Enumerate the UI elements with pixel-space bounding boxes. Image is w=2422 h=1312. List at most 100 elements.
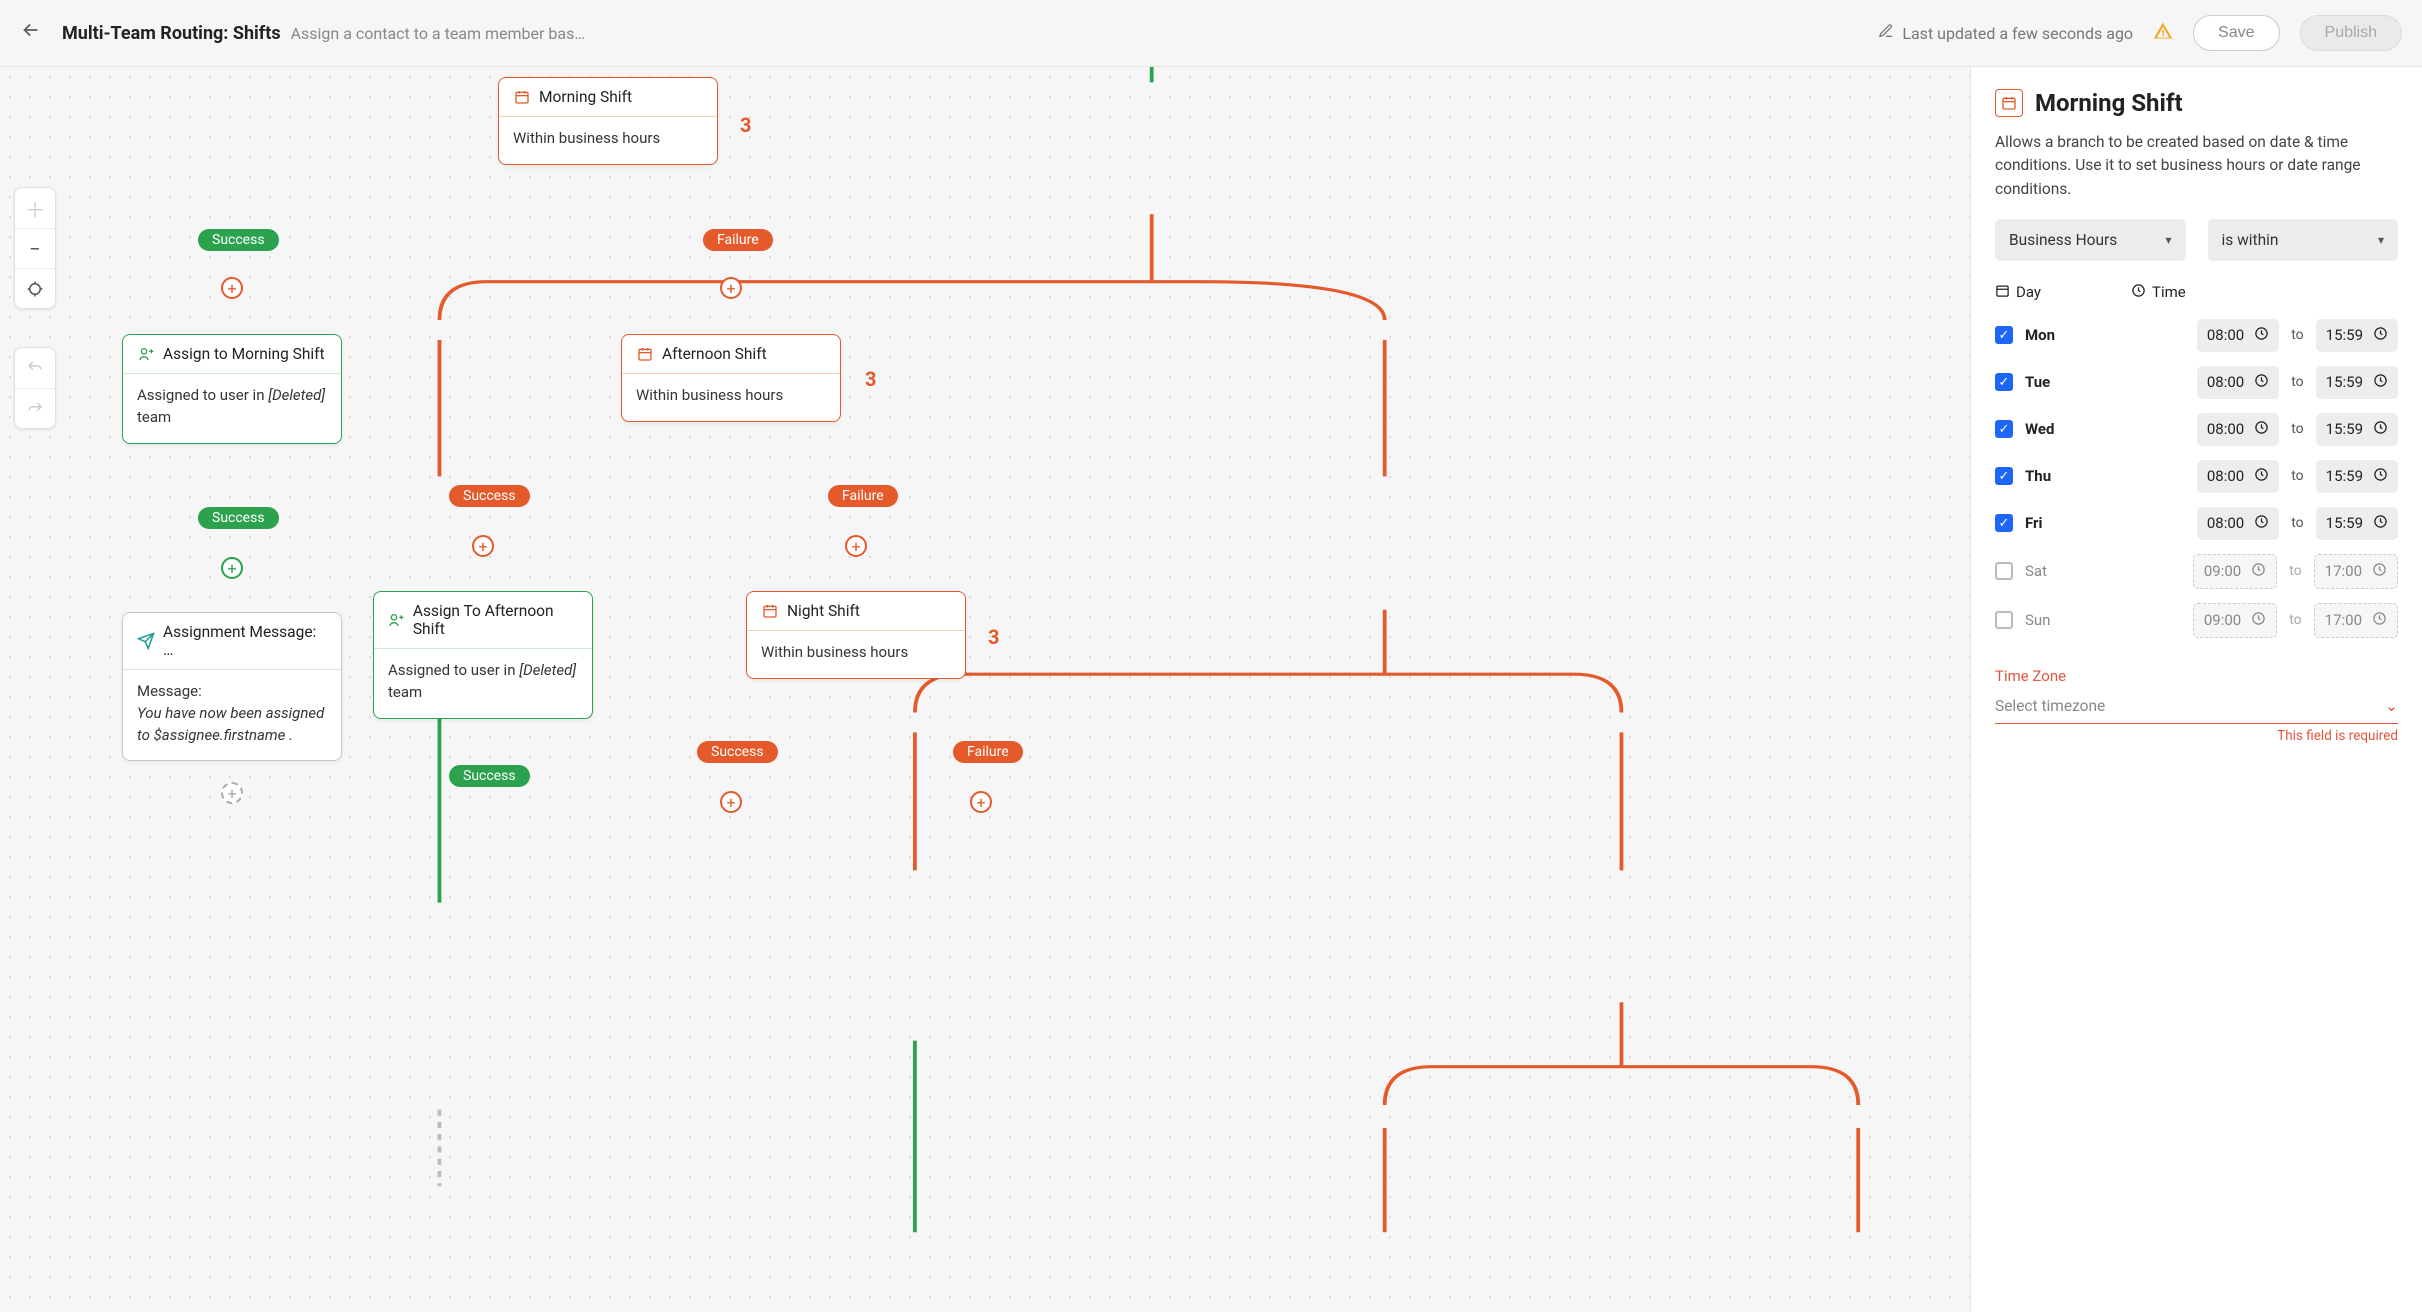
day-label: Thu: [2025, 467, 2065, 485]
time-from-input[interactable]: 08:00: [2197, 507, 2279, 540]
clock-icon: [2373, 373, 2388, 392]
day-checkbox[interactable]: ✓: [1995, 420, 2013, 438]
last-updated: Last updated a few seconds ago: [1878, 23, 2133, 43]
warning-icon[interactable]: [2153, 21, 2173, 46]
pill-failure: Failure: [703, 229, 773, 251]
time-from-input[interactable]: 08:00: [2197, 319, 2279, 352]
to-label: to: [2289, 563, 2301, 579]
add-step-button[interactable]: +: [221, 782, 243, 804]
condition-select[interactable]: Business Hours ▾: [1995, 219, 2186, 261]
to-label: to: [2291, 515, 2303, 531]
chevron-down-icon: ⌄: [2385, 697, 2398, 715]
node-assignment-message[interactable]: Assignment Message: … Message: You have …: [122, 612, 342, 761]
operator-select[interactable]: is within ▾: [2208, 219, 2399, 261]
day-row: ✓ Wed 08:00 to 15:59: [1995, 406, 2398, 453]
add-step-button[interactable]: +: [720, 277, 742, 299]
calendar-icon: [1995, 283, 2010, 302]
zoom-out-button[interactable]: −: [15, 228, 55, 268]
clock-icon: [2373, 326, 2388, 345]
timezone-select[interactable]: Select timezone ⌄: [1995, 691, 2398, 724]
clock-icon: [2254, 514, 2269, 533]
pill-failure: Failure: [828, 485, 898, 507]
clock-icon: [2254, 467, 2269, 486]
clock-icon: [2372, 611, 2387, 630]
back-button[interactable]: [20, 19, 42, 47]
node-night-shift[interactable]: Night Shift Within business hours: [746, 591, 966, 679]
user-assign-icon: [388, 611, 405, 629]
add-step-button[interactable]: +: [221, 277, 243, 299]
clock-icon: [2131, 283, 2146, 302]
time-to-input[interactable]: 17:00: [2314, 603, 2398, 638]
node-assign-afternoon[interactable]: Assign To Afternoon Shift Assigned to us…: [373, 591, 593, 719]
clock-icon: [2254, 373, 2269, 392]
day-checkbox[interactable]: [1995, 562, 2013, 580]
clock-icon: [2372, 562, 2387, 581]
day-row: ✓ Tue 08:00 to 15:59: [1995, 359, 2398, 406]
workflow-subtitle: Assign a contact to a team member based…: [291, 24, 591, 43]
day-row: Sun09:00to17:00: [1995, 596, 2398, 645]
day-checkbox[interactable]: ✓: [1995, 514, 2013, 532]
clock-icon: [2373, 420, 2388, 439]
pill-success: Success: [198, 507, 279, 529]
time-to-input[interactable]: 15:59: [2316, 507, 2398, 540]
day-checkbox[interactable]: [1995, 611, 2013, 629]
node-assign-morning[interactable]: Assign to Morning Shift Assigned to user…: [122, 334, 342, 444]
clock-icon: [2251, 611, 2266, 630]
pencil-icon[interactable]: [1878, 23, 1894, 43]
add-step-button[interactable]: +: [221, 557, 243, 579]
day-checkbox[interactable]: ✓: [1995, 467, 2013, 485]
timezone-label: Time Zone: [1995, 667, 2398, 685]
day-row: ✓ Fri 08:00 to 15:59: [1995, 500, 2398, 547]
save-button[interactable]: Save: [2193, 15, 2279, 51]
time-to-input[interactable]: 15:59: [2316, 366, 2398, 399]
time-from-input[interactable]: 08:00: [2197, 366, 2279, 399]
calendar-icon: [636, 345, 654, 363]
to-label: to: [2291, 374, 2303, 390]
clock-icon: [2251, 562, 2266, 581]
day-label: Fri: [2025, 514, 2065, 532]
calendar-icon: [761, 602, 779, 620]
day-checkbox[interactable]: ✓: [1995, 373, 2013, 391]
undo-button[interactable]: [15, 348, 55, 388]
pill-success: Success: [198, 229, 279, 251]
redo-button[interactable]: [15, 388, 55, 428]
day-checkbox[interactable]: ✓: [1995, 326, 2013, 344]
clock-icon: [2254, 326, 2269, 345]
pill-success: Success: [449, 485, 530, 507]
send-icon: [137, 632, 155, 650]
fit-view-button[interactable]: [15, 268, 55, 308]
time-from-input[interactable]: 08:00: [2197, 460, 2279, 493]
time-to-input[interactable]: 17:00: [2314, 554, 2398, 589]
to-label: to: [2291, 421, 2303, 437]
time-to-input[interactable]: 15:59: [2316, 460, 2398, 493]
time-from-input[interactable]: 08:00: [2197, 413, 2279, 446]
node-morning-shift[interactable]: Morning Shift Within business hours: [498, 77, 718, 165]
time-to-input[interactable]: 15:59: [2316, 413, 2398, 446]
chevron-down-icon: ▾: [2165, 233, 2171, 247]
properties-panel: Morning Shift Allows a branch to be crea…: [1970, 67, 2422, 1312]
publish-button[interactable]: Publish: [2300, 15, 2402, 51]
schedule-header: Day Time: [1995, 277, 2398, 312]
day-row: ✓Mon08:00to15:59: [1995, 312, 2398, 359]
add-step-button[interactable]: +: [472, 535, 494, 557]
time-from-input[interactable]: 09:00: [2193, 603, 2277, 638]
node-afternoon-shift[interactable]: Afternoon Shift Within business hours: [621, 334, 841, 422]
error-count: 3: [865, 367, 876, 391]
calendar-icon: [1995, 89, 2023, 117]
error-count: 3: [740, 113, 751, 137]
workflow-canvas[interactable]: ＋ −: [0, 67, 1970, 1312]
history-tools: [14, 347, 56, 429]
time-from-input[interactable]: 09:00: [2193, 554, 2277, 589]
day-label: Wed: [2025, 420, 2065, 438]
panel-title: Morning Shift: [1995, 89, 2398, 117]
add-step-button[interactable]: +: [970, 791, 992, 813]
chevron-down-icon: ▾: [2378, 233, 2384, 247]
time-to-input[interactable]: 15:59: [2316, 319, 2398, 352]
add-step-button[interactable]: +: [720, 791, 742, 813]
add-step-button[interactable]: +: [845, 535, 867, 557]
header: Multi-Team Routing: Shifts Assign a cont…: [0, 0, 2422, 67]
day-label: Tue: [2025, 373, 2065, 391]
pill-success: Success: [697, 741, 778, 763]
calendar-icon: [513, 88, 531, 106]
zoom-in-button[interactable]: ＋: [15, 188, 55, 228]
